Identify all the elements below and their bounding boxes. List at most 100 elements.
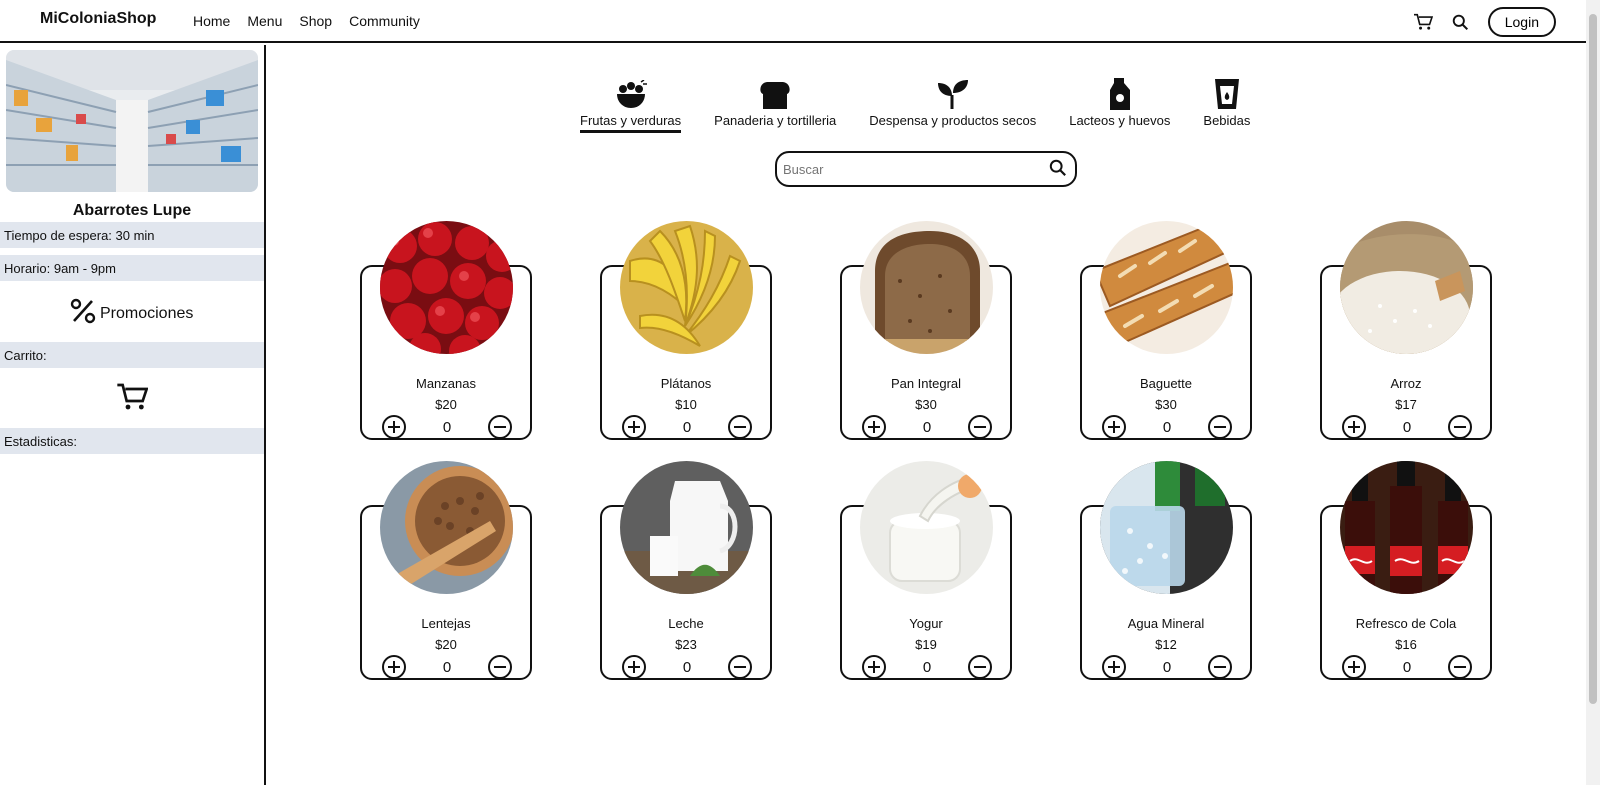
add-button[interactable] — [1102, 655, 1126, 679]
product-name: Agua Mineral — [1127, 616, 1205, 631]
store-sidebar: Abarrotes Lupe Tiempo de espera: 30 min … — [0, 45, 266, 785]
remove-button[interactable] — [1208, 415, 1232, 439]
stats-label: Estadisticas: — [0, 428, 264, 454]
nav-menu[interactable]: Menu — [247, 13, 282, 29]
add-button[interactable] — [382, 655, 406, 679]
nav-shop[interactable]: Shop — [299, 13, 332, 29]
quantity-stepper: 0 — [622, 654, 752, 680]
quantity-value: 0 — [682, 418, 692, 436]
nav-home[interactable]: Home — [193, 13, 230, 29]
product-name: Refresco de Cola — [1355, 616, 1457, 631]
search-input[interactable] — [783, 159, 1033, 179]
quantity-stepper: 0 — [622, 414, 752, 440]
tab-label: Frutas y verduras — [580, 113, 682, 133]
promotions-label: Promociones — [100, 304, 194, 322]
product-image-baguette — [1100, 221, 1233, 354]
product-card: Leche $23 0 — [600, 455, 772, 680]
add-button[interactable] — [1342, 655, 1366, 679]
product-price: $30 — [1155, 397, 1177, 412]
fruit-bowl-icon — [614, 78, 648, 110]
remove-button[interactable] — [488, 415, 512, 439]
remove-button[interactable] — [728, 655, 752, 679]
tab-bebidas[interactable]: Bebidas — [1203, 78, 1250, 133]
add-button[interactable] — [622, 655, 646, 679]
milk-carton-icon — [1108, 78, 1132, 110]
product-price: $16 — [1395, 637, 1417, 652]
search-bar — [775, 151, 1077, 187]
product-card: Lentejas $20 0 — [360, 455, 532, 680]
quantity-stepper: 0 — [382, 414, 512, 440]
header-actions: Login — [1412, 7, 1556, 37]
product-price: $20 — [435, 397, 457, 412]
promotions-link[interactable]: Promociones — [70, 298, 193, 329]
remove-button[interactable] — [488, 655, 512, 679]
remove-button[interactable] — [728, 415, 752, 439]
add-button[interactable] — [1102, 415, 1126, 439]
quantity-stepper: 0 — [1342, 654, 1472, 680]
product-name: Arroz — [1390, 376, 1422, 391]
add-button[interactable] — [382, 415, 406, 439]
category-tabs: Frutas y verduras Panaderia y tortilleri… — [580, 78, 1250, 133]
remove-button[interactable] — [1208, 655, 1232, 679]
quantity-stepper: 0 — [1102, 414, 1232, 440]
add-button[interactable] — [622, 415, 646, 439]
add-button[interactable] — [862, 655, 886, 679]
nav-community[interactable]: Community — [349, 13, 420, 29]
scrollbar-thumb[interactable] — [1589, 14, 1597, 704]
product-name: Baguette — [1139, 376, 1193, 391]
product-image-yogurt — [860, 461, 993, 594]
quantity-value: 0 — [1402, 418, 1412, 436]
product-image-cola-soda — [1340, 461, 1473, 594]
quantity-stepper: 0 — [1102, 654, 1232, 680]
quantity-value: 0 — [1162, 658, 1172, 676]
cart-label: Carrito: — [0, 342, 264, 368]
product-name: Leche — [668, 616, 704, 631]
product-name: Manzanas — [416, 376, 476, 391]
drink-cup-icon — [1214, 78, 1240, 110]
tab-lacteos-y-huevos[interactable]: Lacteos y huevos — [1069, 78, 1170, 133]
product-image-mineral-water — [1100, 461, 1233, 594]
product-price: $10 — [675, 397, 697, 412]
product-card: Manzanas $20 0 — [360, 215, 532, 440]
product-card: Refresco de Cola $16 0 — [1320, 455, 1492, 680]
product-name: Pan Integral — [890, 376, 962, 391]
search-icon[interactable] — [1049, 159, 1067, 182]
product-card: Arroz $17 0 — [1320, 215, 1492, 440]
bread-icon — [758, 78, 792, 110]
login-button[interactable]: Login — [1487, 7, 1556, 37]
product-price: $19 — [915, 637, 937, 652]
tab-label: Despensa y productos secos — [869, 113, 1037, 128]
product-name: Lentejas — [421, 616, 471, 631]
product-card: Yogur $19 0 — [840, 455, 1012, 680]
tab-frutas-y-verduras[interactable]: Frutas y verduras — [580, 78, 682, 133]
remove-button[interactable] — [968, 655, 992, 679]
product-image-apples — [380, 221, 513, 354]
tab-label: Lacteos y huevos — [1069, 113, 1171, 128]
tab-panaderia-y-tortilleria[interactable]: Panaderia y tortilleria — [714, 78, 836, 133]
percent-icon — [70, 298, 96, 329]
tab-despensa-y-productos-secos[interactable]: Despensa y productos secos — [869, 78, 1036, 133]
brand-logo[interactable]: MiColoniaShop — [40, 10, 156, 28]
sprout-icon — [936, 78, 970, 110]
add-button[interactable] — [1342, 415, 1366, 439]
remove-button[interactable] — [1448, 415, 1472, 439]
schedule: Horario: 9am - 9pm — [0, 255, 264, 281]
cart-icon[interactable] — [1412, 11, 1434, 33]
search-icon[interactable] — [1450, 11, 1472, 33]
tab-label: Bebidas — [1203, 113, 1251, 128]
product-image-bananas — [620, 221, 753, 354]
quantity-stepper: 0 — [862, 654, 992, 680]
add-button[interactable] — [862, 415, 886, 439]
product-price: $23 — [675, 637, 697, 652]
quantity-value: 0 — [442, 418, 452, 436]
remove-button[interactable] — [1448, 655, 1472, 679]
product-price: $20 — [435, 637, 457, 652]
cart-icon[interactable] — [116, 382, 149, 417]
store-name: Abarrotes Lupe — [72, 202, 192, 219]
store-image — [6, 50, 258, 192]
quantity-value: 0 — [1162, 418, 1172, 436]
product-image-lentils — [380, 461, 513, 594]
remove-button[interactable] — [968, 415, 992, 439]
quantity-value: 0 — [922, 658, 932, 676]
page-scrollbar[interactable] — [1586, 0, 1600, 785]
